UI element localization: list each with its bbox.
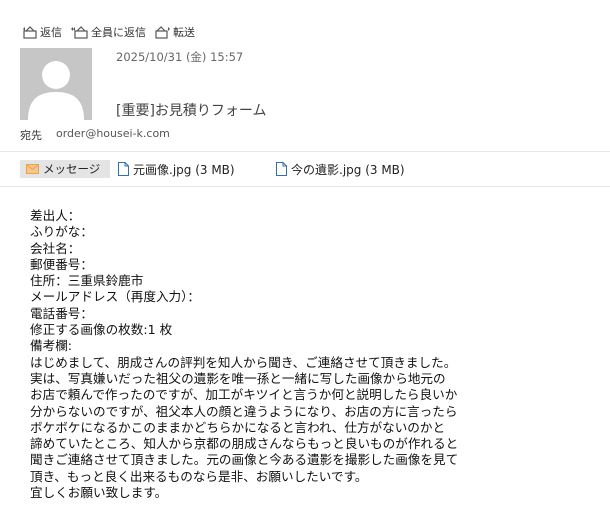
body-line: メールアドレス（再度入力）： bbox=[30, 289, 201, 305]
message-tab[interactable]: メッセージ bbox=[20, 160, 110, 178]
body-line: 頂き、もっと良く出来るものなら是非、お願いしたいです。 bbox=[30, 468, 368, 484]
body-line: 実は、写真嫌いだった祖父の遺影を唯一孫と一緒に写した画像から地元の bbox=[30, 370, 446, 386]
body-line: 会社名： bbox=[30, 240, 81, 256]
forward-button[interactable]: 転送 bbox=[155, 24, 195, 40]
attachment-item[interactable]: 元画像.jpg (3 MB) bbox=[118, 160, 235, 178]
avatar bbox=[20, 48, 92, 120]
message-body: 差出人： ふりがな： 会社名： 郵便番号： 住所：三重県鈴鹿市 メールアドレス（… bbox=[30, 208, 605, 501]
forward-icon bbox=[155, 26, 170, 39]
message-toolbar: 返信 全員に返信 転送 bbox=[22, 23, 204, 41]
subject: [重要]お見積りフォーム bbox=[116, 103, 267, 119]
body-line: 差出人： bbox=[30, 208, 81, 223]
body-line: 分からないのですが、祖父本人の顔と違うようになり、お店の方に言ったら bbox=[30, 403, 458, 419]
body-line: 備考欄: bbox=[30, 338, 73, 354]
sent-date: 2025/10/31 (金) 15:57 bbox=[116, 50, 244, 64]
reply-all-icon bbox=[71, 26, 88, 39]
body-line: 修正する画像の枚数:1 枚 bbox=[30, 322, 173, 338]
reply-all-button[interactable]: 全員に返信 bbox=[71, 24, 146, 40]
body-line: はじめまして、朋成さんの評判を知人から聞き、ご連絡させて頂きました。 bbox=[30, 354, 457, 370]
reply-button[interactable]: 返信 bbox=[22, 24, 62, 40]
attachment-name: 今の遺影.jpg (3 MB) bbox=[291, 162, 405, 177]
message-tab-label: メッセージ bbox=[43, 162, 101, 176]
reply-icon bbox=[23, 26, 37, 39]
body-line: 電話番号： bbox=[30, 305, 93, 321]
attachment-item[interactable]: 今の遺影.jpg (3 MB) bbox=[276, 160, 405, 178]
body-line: 郵便番号： bbox=[30, 256, 93, 272]
attachments-bar: メッセージ 元画像.jpg (3 MB) 今の遺影.jpg (3 MB) bbox=[0, 151, 610, 187]
to-label: 宛先 bbox=[20, 129, 42, 142]
envelope-icon bbox=[26, 164, 39, 174]
body-line: 住所：三重県鈴鹿市 bbox=[30, 273, 144, 289]
forward-label: 転送 bbox=[173, 26, 195, 39]
to-address[interactable]: order@housei-k.com bbox=[56, 127, 170, 143]
body-line: 諦めていたところ、知人から京都の朋成さんならもっと良いものが作れると bbox=[30, 436, 459, 452]
recipient-row: 宛先 order@housei-k.com bbox=[20, 127, 170, 143]
file-icon bbox=[276, 162, 287, 176]
reply-label: 返信 bbox=[40, 26, 62, 39]
person-icon bbox=[28, 61, 84, 120]
reply-all-label: 全員に返信 bbox=[91, 26, 146, 39]
file-icon bbox=[118, 162, 129, 176]
body-line: ボケボケになるかこのままかどちらかになると言われ、仕方がないのかと bbox=[30, 419, 446, 435]
attachment-name: 元画像.jpg (3 MB) bbox=[133, 162, 235, 177]
body-line: お店で頼んで作ったのですが、加工がキツイと言うか何と説明したら良いか bbox=[30, 387, 458, 403]
body-line: 宜しくお願い致します。 bbox=[30, 485, 168, 501]
body-line: 聞きご連絡させて頂きました。元の画像と今ある遺影を撮影した画像を見て bbox=[30, 452, 459, 468]
body-line: ふりがな： bbox=[30, 224, 93, 240]
